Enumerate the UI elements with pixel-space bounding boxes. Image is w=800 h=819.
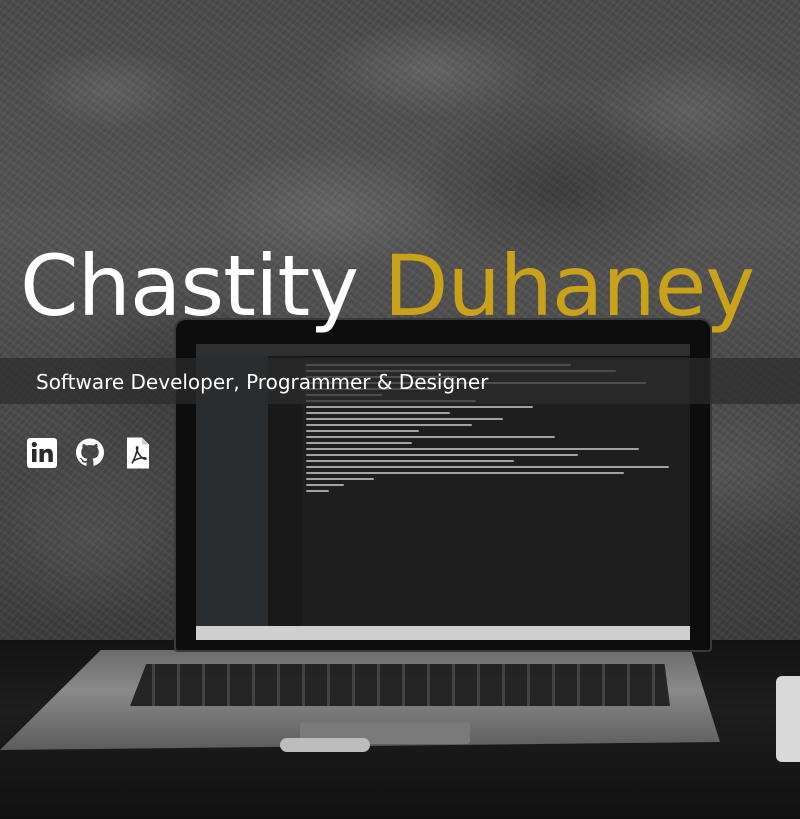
linkedin-link[interactable]: [26, 436, 58, 470]
linkedin-icon: [27, 438, 57, 468]
hero-tagline: Software Developer, Programmer & Designe…: [36, 370, 489, 394]
phone: [776, 676, 800, 762]
social-links: [26, 436, 154, 470]
github-icon: [76, 438, 104, 466]
editor-statusbar: [196, 626, 690, 640]
laptop-front-lip: [280, 738, 370, 752]
pdf-icon: [127, 437, 149, 469]
hero-title: Chastity Duhaney: [20, 236, 755, 336]
hero-first-name: Chastity: [20, 237, 359, 335]
resume-pdf-link[interactable]: [122, 436, 154, 470]
hero-background-photo: [0, 0, 800, 819]
laptop-keyboard: [130, 664, 670, 706]
hero-last-name: Duhaney: [383, 237, 755, 335]
github-link[interactable]: [74, 436, 106, 470]
